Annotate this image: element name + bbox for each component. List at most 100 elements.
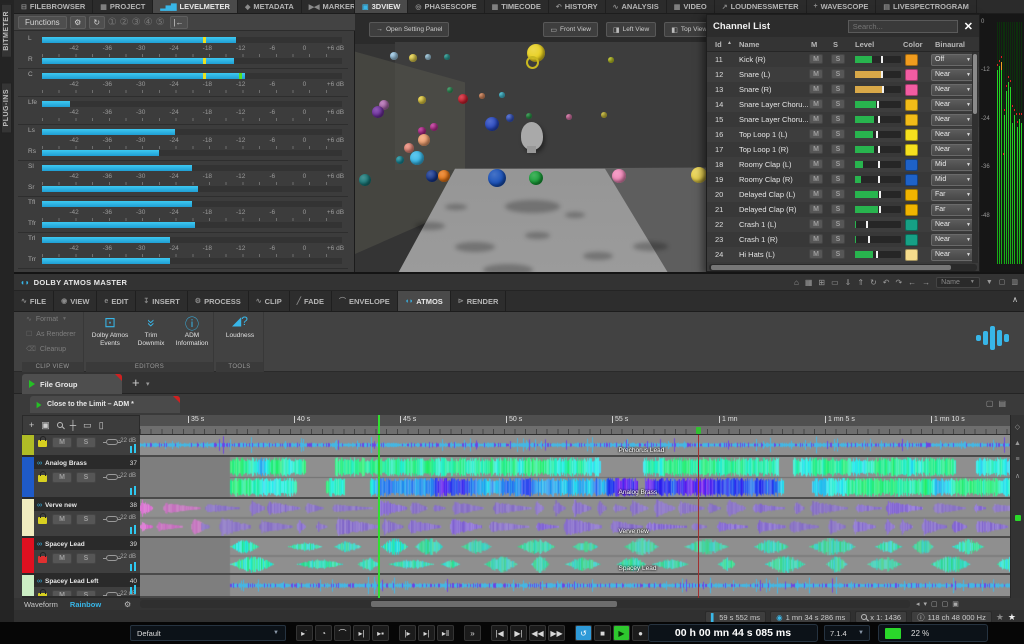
audio-object-sphere[interactable] [608, 57, 614, 63]
track-header[interactable]: ∞Spacey Lead39MS-22 dB [22, 538, 140, 575]
audio-object-sphere[interactable] [390, 52, 398, 60]
color-swatch[interactable] [905, 204, 918, 216]
dock-tab-plug-ins[interactable]: PLUG-INS [1, 82, 12, 133]
reset-icon[interactable]: ↻ [89, 16, 105, 29]
screen-icon[interactable]: ▭ [83, 420, 92, 431]
binaural-dropdown[interactable]: Near▼ [931, 234, 975, 246]
fader-icon[interactable]: ┼ [70, 420, 76, 430]
channel-row[interactable]: 23Crash 1 (R)MSNear▼ [707, 232, 979, 247]
solo-button[interactable]: S [76, 437, 96, 448]
channel-row[interactable]: 16Top Loop 1 (L)MSNear▼ [707, 127, 979, 142]
mute-button[interactable]: M [809, 54, 823, 64]
scroll-left-icon[interactable]: ◂ [916, 600, 920, 608]
binaural-dropdown[interactable]: Near▼ [931, 69, 975, 81]
transport-preset-dropdown[interactable]: Default ▼ [130, 625, 286, 641]
audio-object-sphere[interactable] [418, 134, 430, 146]
add-icon[interactable]: + [29, 420, 34, 430]
forward-icon[interactable]: → [922, 278, 930, 287]
up-icon[interactable]: ▲ [1014, 440, 1021, 447]
audio-object-sphere[interactable] [479, 93, 485, 99]
mute-button[interactable]: M [52, 437, 72, 448]
audio-object-sphere[interactable] [426, 170, 438, 182]
channel-row[interactable]: 21Delayed Clap (R)MSFar▼ [707, 202, 979, 217]
timeline-hscrollbar[interactable] [140, 600, 910, 608]
track-name-row[interactable]: ∞Spacey Lead Left40 [34, 575, 140, 587]
editor-button-dolby-atmos-events[interactable]: ⊡Dolby Atmos Events [90, 314, 130, 360]
preset-slot-button[interactable]: ② [120, 17, 129, 28]
tab-loudnessmeter[interactable]: ↗LOUDNESSMETER [715, 0, 807, 13]
solo-button[interactable]: S [831, 69, 845, 79]
track-name-row[interactable]: ∞Verve new38 [34, 499, 140, 511]
reset-peaks-icon[interactable]: |← [170, 16, 188, 29]
solo-button[interactable]: S [831, 114, 845, 124]
audio-object-sphere[interactable] [458, 94, 468, 104]
channel-list-vscrollbar[interactable] [972, 52, 978, 263]
layout-icon[interactable]: ▥ [1011, 278, 1018, 286]
audio-object-sphere[interactable] [506, 114, 514, 122]
routing-icon[interactable] [106, 555, 118, 561]
mute-button[interactable]: M [52, 590, 72, 598]
audio-object-sphere[interactable] [444, 54, 450, 60]
play-to-cursor-button[interactable]: ▸| [353, 625, 370, 641]
folder-icon[interactable]: ▭ [831, 278, 839, 287]
mute-button[interactable]: M [52, 472, 72, 483]
mute-button[interactable]: M [809, 159, 823, 169]
solo-button[interactable]: S [831, 204, 845, 214]
tab-edit[interactable]: eEDIT [97, 291, 136, 311]
audio-object-sphere[interactable] [529, 171, 543, 185]
solo-button[interactable]: S [831, 159, 845, 169]
solo-button[interactable]: S [76, 514, 96, 525]
audio-object-sphere[interactable] [526, 113, 532, 119]
binaural-dropdown[interactable]: Far▼ [931, 189, 975, 201]
tab-3dview[interactable]: ▣3DVIEW [355, 0, 408, 13]
audio-object-sphere[interactable] [410, 151, 424, 165]
mute-button[interactable]: M [809, 144, 823, 154]
mute-button[interactable]: M [809, 249, 823, 259]
group-icon[interactable]: ▣ [41, 420, 50, 431]
binaural-dropdown[interactable]: Near▼ [931, 129, 975, 141]
tab-atmos[interactable]: ◖◗ATMOS [398, 291, 451, 311]
auto-replay-button[interactable]: ▸˙ [296, 625, 313, 641]
go-start-button[interactable]: |◀ [491, 625, 508, 641]
audio-object-sphere[interactable] [566, 114, 572, 120]
solo-button[interactable]: S [831, 234, 845, 244]
binaural-dropdown[interactable]: Near▼ [931, 84, 975, 96]
mute-button[interactable]: M [809, 99, 823, 109]
loop-button[interactable]: ↺ [575, 625, 592, 641]
solo-button[interactable]: S [831, 129, 845, 139]
color-swatch[interactable] [905, 189, 918, 201]
collapse-ribbon-button[interactable]: ∧ [1012, 295, 1018, 304]
timecode-display[interactable]: 00 h 00 mn 44 s 085 ms [648, 624, 818, 642]
track-name-row[interactable]: ∞Analog Brass37 [34, 457, 140, 469]
column-header-color[interactable]: Color [903, 40, 923, 49]
tab-livespectrogram[interactable]: ▤LIVESPECTROGRAM [876, 0, 976, 13]
solo-button[interactable]: S [831, 84, 845, 94]
waveform-canvas[interactable] [140, 538, 1010, 573]
favorite-star-filled-icon[interactable]: ★ [1008, 612, 1016, 623]
back-icon[interactable]: ← [908, 278, 916, 287]
channel-row[interactable]: 15Snare Layer Choru...MSNear▼ [707, 112, 979, 127]
channel-config-dropdown[interactable]: 7.1.4 ▼ [824, 625, 870, 641]
track-lane[interactable] [140, 575, 1010, 598]
column-header-id[interactable]: Id [715, 40, 722, 49]
redo-icon[interactable]: ↷ [895, 278, 902, 287]
audio-object-sphere[interactable] [499, 92, 505, 98]
mute-button[interactable]: M [809, 129, 823, 139]
waveform-canvas[interactable] [140, 435, 1010, 455]
audio-object-sphere[interactable] [418, 96, 426, 104]
editor-button-adm-information[interactable]: ⓘADM Information [172, 314, 212, 360]
menu-icon[interactable]: ▾ [924, 600, 928, 608]
column-header-m[interactable]: M [811, 40, 817, 49]
waveform-canvas[interactable] [140, 457, 1010, 497]
lock-icon[interactable] [38, 440, 47, 447]
solo-button[interactable]: S [831, 144, 845, 154]
audio-object-sphere[interactable] [447, 87, 453, 93]
binaural-dropdown[interactable]: Near▼ [931, 99, 975, 111]
track-name-row[interactable]: ∞Spacey Lead39 [34, 538, 140, 550]
routing-icon[interactable] [106, 474, 118, 480]
view-settings-gear-icon[interactable]: ⚙ [124, 600, 131, 609]
tab-filebrowser[interactable]: ⊟FILEBROWSER [14, 0, 93, 13]
play-button[interactable]: ▶ [613, 625, 630, 641]
binaural-dropdown[interactable]: Near▼ [931, 144, 975, 156]
audio-object-sphere[interactable] [488, 169, 506, 187]
